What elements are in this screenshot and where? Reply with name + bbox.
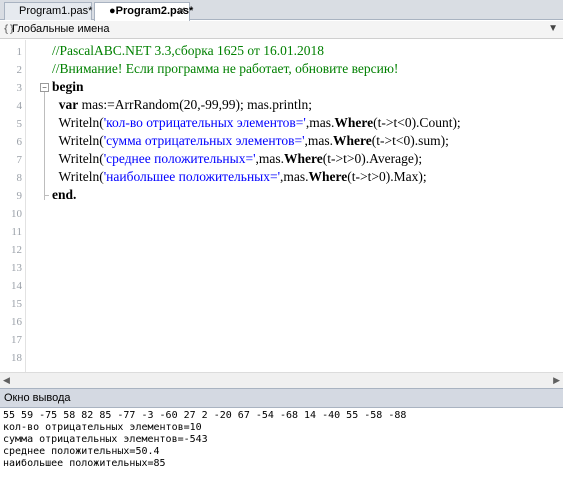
code-str: 'сумма отрицательных элементов=' bbox=[103, 133, 305, 148]
output-line: 55 59 -75 58 82 85 -77 -3 -60 27 2 -20 6… bbox=[3, 410, 407, 421]
code-text: Writeln( bbox=[52, 151, 104, 166]
code-text: Writeln( bbox=[52, 115, 104, 130]
fold-guide-line bbox=[44, 92, 45, 200]
line-number: 16 bbox=[11, 316, 22, 328]
output-panel[interactable]: 55 59 -75 58 82 85 -77 -3 -60 27 2 -20 6… bbox=[0, 408, 563, 480]
code-line[interactable]: //PascalABC.NET 3.3,сборка 1625 от 16.01… bbox=[52, 42, 324, 60]
scope-label: Глобальные имена bbox=[12, 23, 110, 35]
output-line: кол-во отрицательных элементов=10 bbox=[3, 422, 202, 433]
code-method: Where bbox=[334, 115, 374, 130]
line-number: 11 bbox=[11, 226, 22, 238]
output-line: среднее положительных=50.4 bbox=[3, 446, 160, 457]
line-number: 6 bbox=[16, 136, 23, 148]
code-text: (t->t<0).Count); bbox=[373, 115, 461, 130]
code-method: Where bbox=[308, 169, 348, 184]
code-text: (t->t>0).Max); bbox=[347, 169, 427, 184]
code-kw: var bbox=[58, 97, 79, 112]
code-str: 'среднее положительных=' bbox=[103, 151, 256, 166]
horizontal-scrollbar[interactable]: ◀ ▶ bbox=[0, 372, 563, 388]
line-number: 18 bbox=[11, 352, 22, 364]
line-number: 15 bbox=[11, 298, 22, 310]
line-number: 4 bbox=[16, 100, 23, 112]
code-line[interactable]: //Внимание! Если программа не работает, … bbox=[52, 60, 398, 78]
code-text: ,mas. bbox=[280, 169, 309, 184]
line-number: 2 bbox=[16, 64, 23, 76]
line-number: 1 bbox=[16, 46, 23, 58]
code-kw: end. bbox=[52, 187, 77, 202]
output-panel-title: Окно вывода bbox=[4, 392, 71, 404]
code-text: mas:=ArrRandom(20,-99,99); mas.println; bbox=[78, 97, 312, 112]
chevron-down-icon[interactable]: ▼ bbox=[548, 23, 558, 34]
line-number: 3 bbox=[16, 82, 23, 94]
code-text: ,mas. bbox=[304, 133, 334, 148]
output-panel-header: Окно вывода bbox=[0, 388, 563, 408]
code-text: ,mas. bbox=[305, 115, 335, 130]
tab-program1[interactable]: Program1.pas* bbox=[4, 2, 92, 20]
line-number: 13 bbox=[11, 262, 22, 274]
line-number: 10 bbox=[11, 208, 22, 220]
code-text: ,mas. bbox=[255, 151, 285, 166]
output-line: наибольшее положительных=85 bbox=[3, 458, 166, 469]
code-text: Writeln( bbox=[52, 133, 104, 148]
code-text: (t->t<0).sum); bbox=[371, 133, 449, 148]
code-kw: begin bbox=[52, 79, 84, 94]
fold-toggle-icon[interactable]: − bbox=[40, 83, 49, 92]
code-line[interactable]: Writeln('среднее положительных=',mas.Whe… bbox=[52, 150, 423, 168]
code-line[interactable]: end. bbox=[52, 186, 76, 204]
close-tab-icon[interactable]: ✕ bbox=[178, 3, 186, 20]
line-number: 17 bbox=[11, 334, 22, 346]
tab-program1-label: Program1.pas* bbox=[19, 5, 93, 17]
code-line[interactable]: begin bbox=[52, 78, 84, 96]
code-method: Where bbox=[333, 133, 372, 148]
code-line[interactable]: Writeln('наибольшее положительных=',mas.… bbox=[52, 168, 427, 186]
code-str: 'кол-во отрицательных элементов=' bbox=[103, 115, 306, 130]
code-str: 'наибольшее положительных=' bbox=[103, 169, 281, 184]
code-comment: //Внимание! Если программа не работает, … bbox=[52, 61, 399, 76]
line-number: 14 bbox=[11, 280, 22, 292]
tab-bar: Program1.pas* ●Program2.pas* ✕ bbox=[0, 0, 563, 21]
output-line: сумма отрицательных элементов=-543 bbox=[3, 434, 208, 445]
line-number: 9 bbox=[16, 190, 23, 202]
line-number: 12 bbox=[11, 244, 22, 256]
line-number: 7 bbox=[16, 154, 23, 166]
code-line[interactable]: Writeln('кол-во отрицательных элементов=… bbox=[52, 114, 461, 132]
code-comment: //PascalABC.NET 3.3,сборка 1625 от 16.01… bbox=[52, 43, 324, 58]
fold-end-mark bbox=[44, 195, 49, 196]
tab-program2[interactable]: ●Program2.pas* ✕ bbox=[94, 2, 193, 21]
code-line[interactable]: var mas:=ArrRandom(20,-99,99); mas.print… bbox=[52, 96, 312, 114]
scroll-right-icon[interactable]: ▶ bbox=[553, 375, 560, 386]
scope-dropdown[interactable]: {} Глобальные имена ▼ bbox=[0, 21, 563, 39]
code-method: Where bbox=[284, 151, 323, 166]
code-editor[interactable]: 1 2 3 4 5 6 7 8 9 10 11 12 13 14 15 16 17 18 − //PascalAB… bbox=[0, 40, 563, 372]
scroll-left-icon[interactable]: ◀ bbox=[3, 375, 10, 386]
code-line[interactable]: Writeln('сумма отрицательных элементов='… bbox=[52, 132, 449, 150]
line-number: 5 bbox=[16, 118, 23, 130]
line-number-gutter: 1 2 3 4 5 6 7 8 9 10 11 12 13 14 15 16 17 18 bbox=[0, 40, 26, 372]
code-text: (t->t>0).Average); bbox=[322, 151, 423, 166]
code-text: Writeln( bbox=[52, 169, 104, 184]
line-number: 8 bbox=[16, 172, 23, 184]
